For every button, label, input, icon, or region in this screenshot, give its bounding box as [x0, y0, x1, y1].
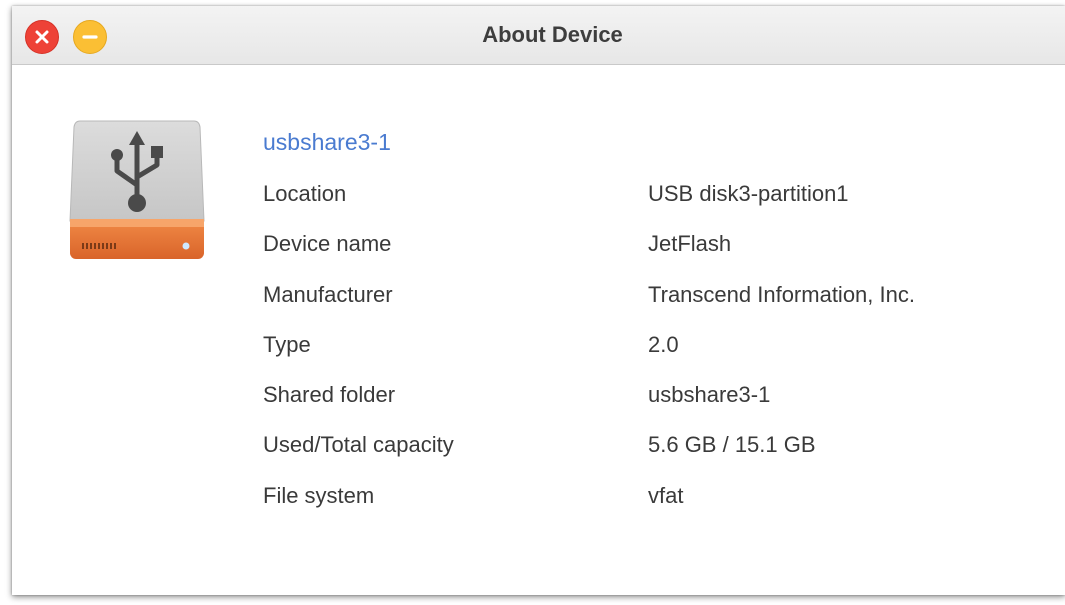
- info-label: File system: [263, 483, 375, 508]
- info-value: JetFlash: [648, 231, 732, 256]
- info-value: 5.6 GB / 15.1 GB: [648, 432, 816, 457]
- info-value: 2.0: [648, 332, 679, 357]
- info-label: Device name: [263, 231, 392, 256]
- info-value: Transcend Information, Inc.: [648, 282, 915, 307]
- device-info-panel: usbshare3-1 Location USB disk3-partition…: [12, 65, 1065, 595]
- info-value: USB disk3-partition1: [648, 181, 849, 206]
- info-label: Location: [263, 181, 347, 206]
- info-value: usbshare3-1: [648, 382, 771, 407]
- about-device-window: About Device usbshare3-1 Location USB di…: [12, 6, 1065, 595]
- info-label: Type: [263, 332, 311, 357]
- info-label: Manufacturer: [263, 282, 393, 307]
- info-value: vfat: [648, 483, 684, 508]
- info-label: Shared folder: [263, 382, 396, 407]
- usb-drive-icon: [68, 119, 206, 264]
- device-name-heading: usbshare3-1: [263, 129, 391, 155]
- window-title: About Device: [482, 22, 623, 47]
- info-label: Used/Total capacity: [263, 432, 454, 457]
- title-bar[interactable]: About Device: [12, 6, 1065, 65]
